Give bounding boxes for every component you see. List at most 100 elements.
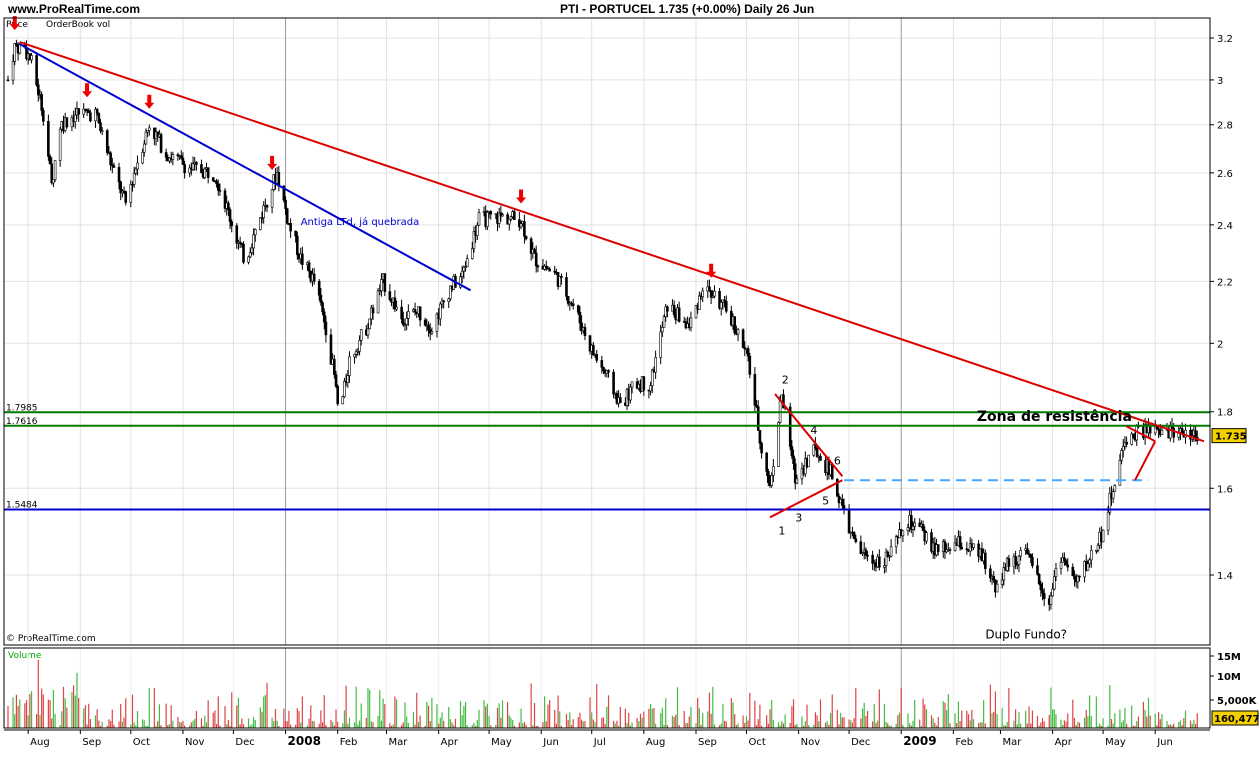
candle-body: [109, 152, 112, 166]
candle-body: [566, 296, 570, 304]
x-tick-label: Oct: [133, 737, 150, 748]
candle-body: [576, 305, 580, 313]
y-tick-label: 2.4: [1217, 221, 1233, 232]
candle-body: [984, 552, 987, 570]
candle-body: [407, 311, 410, 319]
x-tick-label: Jul: [593, 737, 606, 748]
candle-body: [322, 311, 326, 323]
candle-body: [402, 318, 405, 326]
x-tick-label: Apr: [1055, 737, 1073, 748]
x-tick-label: Nov: [801, 737, 821, 748]
candle-body: [253, 229, 257, 236]
candle-body: [753, 374, 757, 406]
candle-body: [607, 370, 610, 373]
y-tick-label: 1.8: [1217, 408, 1233, 419]
x-tick-label: Aug: [646, 737, 666, 748]
candle-body: [777, 422, 780, 467]
candle-body: [489, 211, 493, 215]
candle-body: [815, 447, 819, 458]
candle-body: [864, 549, 868, 556]
candle-body: [746, 348, 750, 357]
volume-tick-label: 5,000K: [1217, 696, 1258, 707]
volume-tick-label: 10M: [1217, 672, 1241, 683]
candle-body: [206, 167, 210, 178]
candle-body: [52, 179, 55, 184]
candle-body: [211, 177, 215, 181]
candle-body: [906, 527, 910, 531]
candle-body: [252, 234, 255, 249]
candle-body: [1049, 595, 1053, 605]
volume-tick-label: 15M: [1217, 652, 1241, 663]
candle-body: [117, 167, 121, 183]
candle-body: [230, 221, 234, 227]
y-tick-label: 3: [1217, 76, 1223, 87]
candle-body: [913, 522, 916, 527]
candle-body: [758, 430, 762, 444]
candle-body: [247, 256, 250, 263]
candle-body: [995, 583, 999, 593]
candle-body: [465, 258, 469, 267]
candle-body: [460, 270, 464, 278]
trendline: [19, 43, 472, 292]
annotation-text: 1: [778, 525, 785, 538]
candle-body: [560, 276, 563, 278]
legend-orderbook[interactable]: OrderBook vol: [46, 20, 110, 30]
candle-body: [724, 301, 728, 312]
candle-body: [142, 143, 146, 153]
candle-body: [324, 321, 328, 336]
candle-body: [359, 329, 363, 341]
candle-body: [1172, 427, 1176, 438]
candle-body: [348, 356, 351, 376]
candle-body: [792, 455, 795, 465]
candle-body: [171, 154, 175, 160]
candle-body: [701, 290, 705, 298]
candle-body: [842, 505, 846, 510]
candle-body: [629, 386, 632, 401]
candle-body: [477, 212, 481, 226]
candle-body: [53, 160, 57, 181]
candle-body: [748, 355, 752, 375]
candle-body: [430, 331, 434, 334]
x-tick-label: Nov: [185, 737, 205, 748]
candle-body: [501, 214, 504, 217]
candle-body: [58, 128, 62, 161]
candle-body: [227, 202, 230, 210]
candle-body: [894, 536, 898, 548]
candle-body: [235, 225, 239, 244]
candle-body: [790, 446, 794, 457]
candle-body: [42, 110, 45, 122]
annotation-text: Antiga LTd, já quebrada: [301, 216, 420, 228]
candle-body: [418, 306, 422, 321]
candle-body: [548, 268, 551, 272]
candle-body: [1037, 573, 1041, 585]
candle-body: [513, 211, 516, 220]
candle-body: [1071, 566, 1075, 577]
candle-body: [218, 189, 222, 192]
price-chart: www.ProRealTime.com PTI - PORTUCEL 1.735…: [3, 2, 1260, 748]
volume-bars: [7, 659, 1198, 728]
candle-body: [847, 508, 851, 534]
candle-body: [216, 183, 220, 191]
candle-body: [147, 127, 151, 131]
candle-body: [765, 452, 768, 472]
candle-body: [203, 168, 207, 178]
candle-body: [400, 306, 403, 320]
candle-body: [756, 406, 760, 431]
candle-body: [89, 112, 92, 122]
candle-body: [132, 173, 136, 185]
x-tick-label: Aug: [30, 737, 50, 748]
red-arrow-icon: [144, 94, 155, 109]
volume-label: Volume: [8, 651, 42, 661]
candle-body: [439, 303, 442, 320]
candle-body: [677, 307, 681, 322]
site-name[interactable]: www.ProRealTime.com: [7, 2, 140, 16]
candle-body: [376, 290, 380, 314]
candle-body: [486, 211, 489, 227]
candle-body: [1026, 548, 1029, 555]
candle-body: [1000, 579, 1004, 585]
candle-body: [1073, 575, 1076, 580]
candle-body: [1086, 563, 1090, 571]
candle-body: [689, 317, 693, 328]
drawings: 1.7985 1.7616 1.5484 Antiga LTd, já quebrad…: [4, 16, 1210, 641]
candle-body: [1118, 459, 1122, 486]
